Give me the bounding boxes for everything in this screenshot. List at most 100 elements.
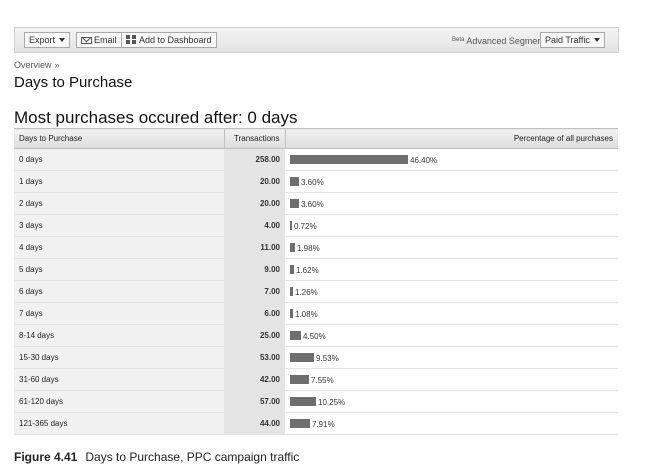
table-row: 61-120 days 57.00 10.25% [14,390,618,413]
transactions-cell: 258.00 [224,148,285,171]
percentage-cell: 4.50% [285,324,618,347]
percentage-cell: 1.08% [285,302,618,325]
envelope-icon [81,37,92,44]
dashboard-icon [126,35,136,44]
percentage-label: 3.60% [301,177,324,187]
percentage-cell: 10.25% [285,390,618,413]
figure-number: Figure 4.41 [14,450,78,464]
percentage-label: 4.50% [303,331,326,341]
percentage-cell: 1.62% [285,258,618,281]
percentage-bar [290,396,316,406]
table-row: 6 days 7.00 1.26% [14,280,618,303]
transactions-cell: 44.00 [224,412,285,435]
figure-caption: Figure 4.41 Days to Purchase, PPC campaig… [14,450,299,464]
percentage-cell: 1.26% [285,280,618,303]
transactions-cell: 11.00 [224,236,285,259]
days-cell: 7 days [14,302,224,325]
page-title: Days to Purchase [14,74,133,91]
percentage-label: 46.40% [410,155,438,165]
days-cell: 2 days [14,192,224,215]
percentage-bar [290,176,299,186]
percentage-cell: 3.60% [285,170,618,193]
percentage-bar [290,154,408,164]
percentage-bar [290,330,301,340]
breadcrumb: Overview» [14,60,60,70]
transactions-cell: 53.00 [224,346,285,369]
percentage-bar [290,198,299,208]
transactions-cell: 4.00 [224,214,285,237]
breadcrumb-separator: » [54,60,60,70]
percentage-cell: 7.91% [285,412,618,435]
email-label: Email [94,35,117,45]
segment-value: Paid Traffic [545,35,590,45]
percentage-cell: 0.72% [285,214,618,237]
percentage-bar [290,374,309,384]
chevron-down-icon [59,38,66,42]
beta-badge: Beta [452,37,465,43]
table-row: 3 days 4.00 0.72% [14,214,618,237]
percentage-bar [290,352,314,362]
figure-caption-text: Days to Purchase, PPC campaign traffic [85,450,300,464]
column-header-transactions[interactable]: Transactions [223,128,286,149]
table-row: 2 days 20.00 3.60% [14,192,618,215]
days-cell: 3 days [14,214,224,237]
days-cell: 8-14 days [14,324,224,347]
transactions-cell: 20.00 [224,170,285,193]
percentage-cell: 9.53% [285,346,618,369]
table-row: 8-14 days 25.00 4.50% [14,324,618,347]
days-cell: 121-365 days [14,412,224,435]
transactions-cell: 6.00 [224,302,285,325]
percentage-cell: 1.98% [285,236,618,259]
column-header-days[interactable]: Days to Purchase [14,128,224,149]
percentage-label: 1.98% [297,243,320,253]
days-cell: 61-120 days [14,390,224,413]
percentage-cell: 3.60% [285,192,618,215]
days-cell: 0 days [14,148,224,171]
table-row: 4 days 11.00 1.98% [14,236,618,259]
breadcrumb-overview-link[interactable]: Overview [14,60,52,70]
percentage-bar [290,220,292,230]
percentage-label: 9.53% [316,353,339,363]
export-button[interactable]: Export [24,32,71,48]
email-button[interactable]: Email [76,32,122,48]
transactions-cell: 20.00 [224,192,285,215]
table-row: 15-30 days 53.00 9.53% [14,346,618,369]
add-to-dashboard-button[interactable]: Add to Dashboard [121,32,217,48]
table-row: 1 days 20.00 3.60% [14,170,618,193]
days-cell: 5 days [14,258,224,281]
export-label: Export [29,35,56,45]
advanced-segments-select[interactable]: Paid Traffic [540,32,605,48]
table-header-row: Days to Purchase Transactions Percentage… [14,128,618,149]
percentage-bar [290,308,293,318]
add-to-dashboard-label: Add to Dashboard [139,35,212,45]
days-cell: 15-30 days [14,346,224,369]
percentage-label: 3.60% [301,199,324,209]
transactions-cell: 9.00 [224,258,285,281]
transactions-cell: 42.00 [224,368,285,391]
transactions-cell: 25.00 [224,324,285,347]
days-to-purchase-table: Days to Purchase Transactions Percentage… [14,128,618,435]
transactions-cell: 57.00 [224,390,285,413]
days-cell: 1 days [14,170,224,193]
percentage-bar [290,286,293,296]
percentage-label: 7.55% [311,375,334,385]
advanced-segments-label: Beta Advanced Segments: [452,36,552,46]
days-cell: 4 days [14,236,224,259]
percentage-bar [290,418,310,428]
percentage-label: 10.25% [318,397,346,407]
days-cell: 31-60 days [14,368,224,391]
percentage-cell: 46.40% [285,148,618,171]
percentage-bar [290,264,294,274]
table-row: 31-60 days 42.00 7.55% [14,368,618,391]
chevron-down-icon [593,38,600,42]
percentage-label: 1.26% [295,287,318,297]
percentage-label: 1.08% [295,309,318,319]
table-row: 5 days 9.00 1.62% [14,258,618,281]
transactions-cell: 7.00 [224,280,285,303]
days-cell: 6 days [14,280,224,303]
report-toolbar: Export Email Add to Dashboard Beta Advanc… [14,27,619,53]
column-header-percentage[interactable]: Percentage of all purchases [285,128,618,149]
table-row: 7 days 6.00 1.08% [14,302,618,325]
percentage-label: 1.62% [296,265,319,275]
table-row: 121-365 days 44.00 7.91% [14,412,618,435]
